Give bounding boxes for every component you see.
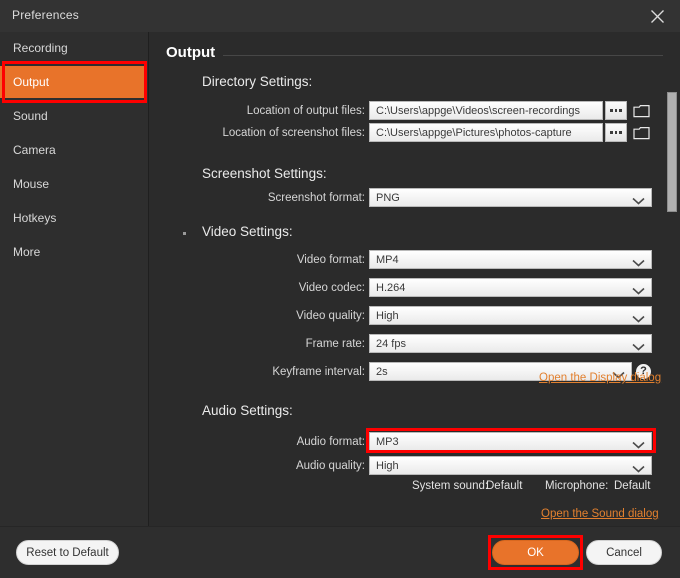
chevron-down-icon [632, 194, 645, 205]
dialog-footer: Reset to Default OK Cancel [0, 526, 680, 578]
output-location-input[interactable]: C:\Users\appge\Videos\screen-recordings [369, 101, 603, 120]
keyframe-interval-value: 2s [376, 365, 388, 378]
screenshot-location-input[interactable]: C:\Users\appge\Pictures\photos-capture [369, 123, 603, 142]
chevron-down-icon [632, 340, 645, 351]
sidebar-item-label: Recording [13, 41, 68, 55]
screenshot-format-select[interactable]: PNG [369, 188, 652, 207]
sidebar-item-label: Hotkeys [13, 211, 57, 225]
video-settings-bullet-icon [183, 232, 186, 235]
output-location-value: C:\Users\appge\Videos\screen-recordings [376, 104, 581, 117]
sidebar-item-camera[interactable]: Camera [0, 134, 147, 166]
video-codec-label: Video codec: [298, 282, 365, 294]
video-quality-label: Video quality: [296, 310, 365, 322]
cancel-label: Cancel [606, 546, 642, 559]
video-quality-select[interactable]: High [369, 306, 652, 325]
open-display-dialog-link[interactable]: Open the Display dialog [539, 372, 661, 384]
screenshot-settings-heading: Screenshot Settings: [202, 166, 327, 181]
video-codec-value: H.264 [376, 281, 406, 294]
reset-to-default-button[interactable]: Reset to Default [16, 540, 119, 565]
screenshot-format-label: Screenshot format: [267, 192, 365, 204]
sidebar-item-label: Camera [13, 143, 56, 157]
frame-rate-select[interactable]: 24 fps [369, 334, 652, 353]
page-title: Output [166, 44, 216, 61]
sidebar-item-label: Output [13, 75, 50, 89]
screenshot-location-browse-ellipsis-icon[interactable] [605, 123, 627, 142]
audio-format-label: Audio format: [296, 436, 365, 448]
output-location-folder-icon[interactable] [631, 101, 652, 120]
chevron-down-icon [632, 462, 645, 473]
audio-quality-label: Audio quality: [295, 460, 365, 472]
audio-quality-value: High [376, 459, 399, 472]
audio-settings-heading: Audio Settings: [202, 403, 293, 418]
reset-to-default-label: Reset to Default [26, 546, 109, 559]
video-settings-heading: Video Settings: [202, 224, 293, 239]
screenshot-location-folder-icon[interactable] [631, 123, 652, 142]
keyframe-interval-label: Keyframe interval: [272, 366, 365, 378]
microphone-label: Microphone: [545, 480, 609, 492]
system-sound-label: System sound: [412, 480, 489, 492]
directory-settings-heading: Directory Settings: [202, 74, 313, 89]
chevron-down-icon [632, 438, 645, 449]
video-format-label: Video format: [296, 254, 365, 266]
sidebar-item-label: Sound [13, 109, 48, 123]
cancel-button[interactable]: Cancel [586, 540, 662, 565]
open-sound-dialog-link[interactable]: Open the Sound dialog [541, 508, 659, 520]
output-settings-panel: Output Directory Settings: Location of o… [149, 32, 680, 526]
video-format-value: MP4 [376, 253, 399, 266]
sidebar-item-hotkeys[interactable]: Hotkeys [0, 202, 147, 234]
sidebar-item-label: More [13, 245, 41, 259]
screenshot-format-value: PNG [376, 191, 400, 204]
sidebar-item-sound[interactable]: Sound [0, 100, 147, 132]
preferences-window: Preferences Recording Output Sound Camer… [0, 0, 680, 578]
sidebar-item-more[interactable]: More [0, 236, 147, 268]
title-bar: Preferences [0, 0, 680, 32]
ok-button[interactable]: OK [492, 540, 579, 565]
video-quality-value: High [376, 309, 399, 322]
screenshot-location-value: C:\Users\appge\Pictures\photos-capture [376, 126, 572, 139]
output-files-label: Location of output files: [246, 105, 365, 117]
microphone-value: Default [614, 480, 651, 492]
sidebar: Recording Output Sound Camera Mouse Hotk… [0, 32, 149, 526]
content-scrollbar-thumb[interactable] [667, 92, 677, 212]
audio-format-value: MP3 [376, 435, 399, 448]
chevron-down-icon [632, 312, 645, 323]
title-divider [223, 55, 663, 56]
sidebar-item-recording[interactable]: Recording [0, 32, 147, 64]
frame-rate-label: Frame rate: [305, 338, 365, 350]
system-sound-value: Default [486, 480, 523, 492]
frame-rate-value: 24 fps [376, 337, 406, 350]
ok-label: OK [527, 546, 544, 559]
chevron-down-icon [632, 256, 645, 267]
screenshot-files-label: Location of screenshot files: [222, 127, 365, 139]
sidebar-item-label: Mouse [13, 177, 50, 191]
chevron-down-icon [632, 284, 645, 295]
audio-quality-select[interactable]: High [369, 456, 652, 475]
video-format-select[interactable]: MP4 [369, 250, 652, 269]
sidebar-item-mouse[interactable]: Mouse [0, 168, 147, 200]
output-location-browse-ellipsis-icon[interactable] [605, 101, 627, 120]
window-title: Preferences [12, 8, 79, 22]
video-codec-select[interactable]: H.264 [369, 278, 652, 297]
close-icon[interactable] [642, 2, 672, 30]
content-scrollbar-track[interactable] [666, 32, 678, 526]
audio-format-select[interactable]: MP3 [369, 432, 652, 451]
sidebar-item-output[interactable]: Output [0, 66, 147, 98]
